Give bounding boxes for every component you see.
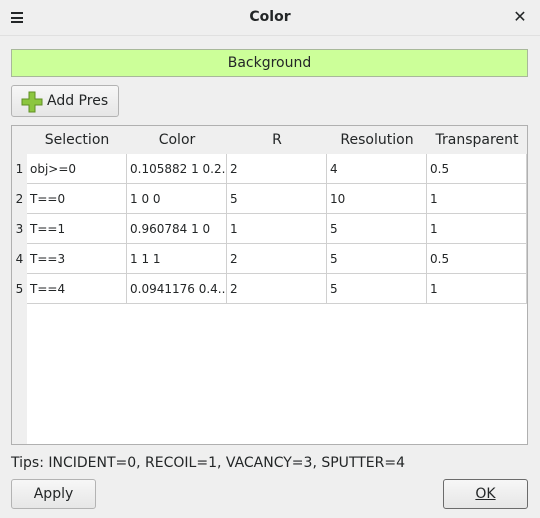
table-header: Selection Color R Resolution Transparent bbox=[12, 126, 527, 154]
cell-transparent[interactable]: 0.5 bbox=[427, 154, 527, 184]
close-icon[interactable]: ✕ bbox=[512, 8, 528, 26]
add-pres-label: Add Pres bbox=[47, 93, 109, 109]
row-number[interactable]: 4 bbox=[12, 244, 27, 274]
cell-r[interactable]: 1 bbox=[227, 214, 327, 244]
cell-r[interactable]: 2 bbox=[227, 154, 327, 184]
row-number[interactable]: 1 bbox=[12, 154, 27, 184]
column-header-color[interactable]: Color bbox=[127, 126, 227, 154]
background-button[interactable]: Background bbox=[11, 49, 528, 77]
cell-transparent[interactable]: 1 bbox=[427, 214, 527, 244]
presets-table[interactable]: Selection Color R Resolution Transparent… bbox=[11, 125, 528, 445]
apply-button[interactable]: Apply bbox=[11, 479, 96, 509]
column-header-r[interactable]: R bbox=[227, 126, 327, 154]
cell-resolution[interactable]: 5 bbox=[327, 244, 427, 274]
cell-resolution[interactable]: 5 bbox=[327, 214, 427, 244]
cell-r[interactable]: 5 bbox=[227, 184, 327, 214]
cell-resolution[interactable]: 5 bbox=[327, 274, 427, 304]
cell-r[interactable]: 2 bbox=[227, 244, 327, 274]
cell-color[interactable]: 0.960784 1 0 bbox=[127, 214, 227, 244]
column-header-resolution[interactable]: Resolution bbox=[327, 126, 427, 154]
row-number[interactable]: 5 bbox=[12, 274, 27, 304]
title-bar: Color ✕ bbox=[0, 0, 540, 36]
ok-button[interactable]: OK bbox=[443, 479, 528, 509]
cell-color[interactable]: 0.105882 1 0.2... bbox=[127, 154, 227, 184]
column-header-transparent[interactable]: Transparent bbox=[427, 126, 527, 154]
row-number[interactable]: 3 bbox=[12, 214, 27, 244]
cell-color[interactable]: 1 1 1 bbox=[127, 244, 227, 274]
add-pres-button[interactable]: Add Pres bbox=[11, 85, 119, 117]
cell-color[interactable]: 0.0941176 0.4... bbox=[127, 274, 227, 304]
cell-transparent[interactable]: 1 bbox=[427, 274, 527, 304]
cell-selection[interactable]: T==4 bbox=[27, 274, 127, 304]
cell-transparent[interactable]: 1 bbox=[427, 184, 527, 214]
plus-icon bbox=[21, 91, 43, 113]
cell-selection[interactable]: T==0 bbox=[27, 184, 127, 214]
cell-color[interactable]: 1 0 0 bbox=[127, 184, 227, 214]
cell-selection[interactable]: T==1 bbox=[27, 214, 127, 244]
cell-resolution[interactable]: 4 bbox=[327, 154, 427, 184]
cell-resolution[interactable]: 10 bbox=[327, 184, 427, 214]
cell-selection[interactable]: T==3 bbox=[27, 244, 127, 274]
column-header-selection[interactable]: Selection bbox=[27, 126, 127, 154]
tips-label: Tips: INCIDENT=0, RECOIL=1, VACANCY=3, S… bbox=[11, 455, 405, 471]
cell-transparent[interactable]: 0.5 bbox=[427, 244, 527, 274]
cell-selection[interactable]: obj>=0 bbox=[27, 154, 127, 184]
window-title: Color bbox=[249, 9, 291, 25]
row-number[interactable]: 2 bbox=[12, 184, 27, 214]
cell-r[interactable]: 2 bbox=[227, 274, 327, 304]
